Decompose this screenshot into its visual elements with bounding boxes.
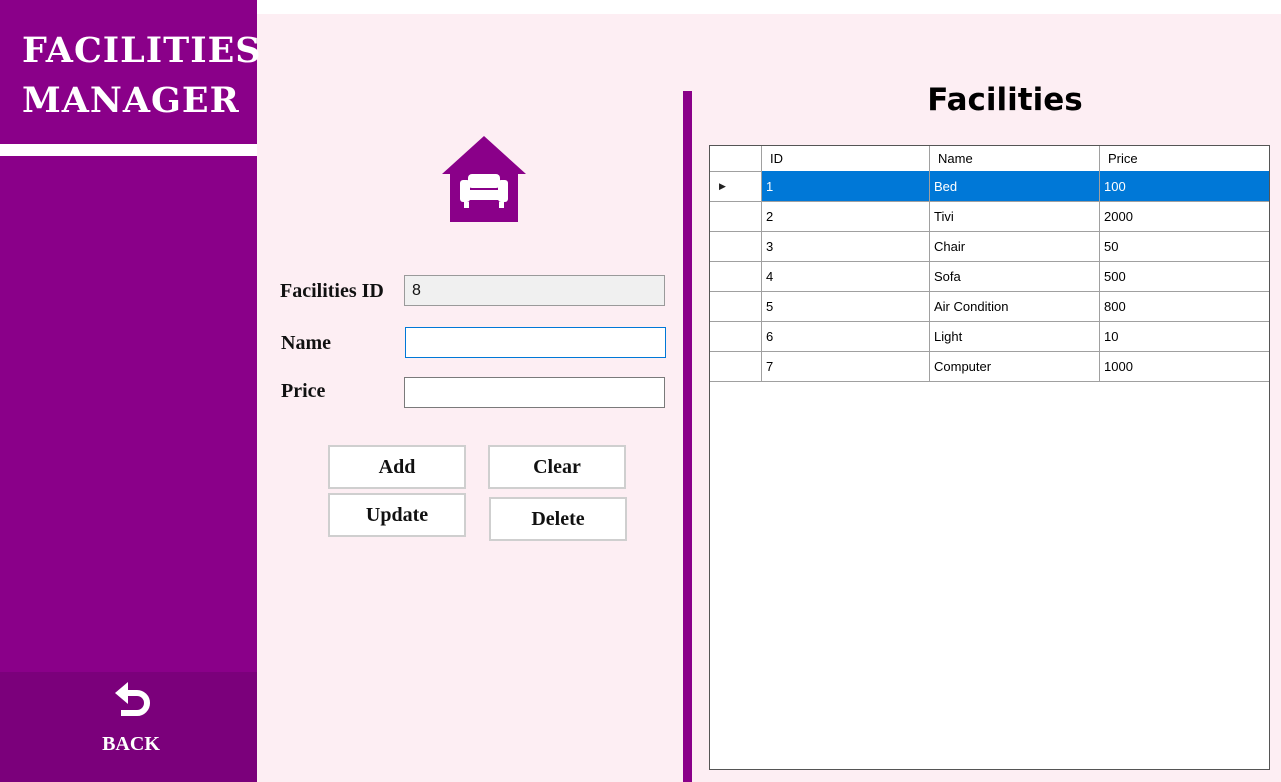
cell-id[interactable]: 1: [762, 171, 930, 201]
price-label: Price: [281, 380, 326, 402]
cell-name[interactable]: Air Condition: [930, 291, 1100, 321]
cell-name[interactable]: Bed: [930, 171, 1100, 201]
row-header-corner: [710, 146, 762, 171]
table-row[interactable]: ▶ 1 Bed 100: [710, 171, 1269, 202]
table-row[interactable]: 2 Tivi 2000: [710, 201, 1269, 232]
grid-title: Facilities: [927, 82, 1083, 118]
top-strip: [257, 0, 1281, 14]
cell-id[interactable]: 6: [762, 321, 930, 351]
column-header-id[interactable]: ID: [762, 146, 930, 171]
cell-price[interactable]: 800: [1100, 291, 1269, 321]
row-header[interactable]: [710, 231, 762, 261]
grid-header-row: ID Name Price: [710, 146, 1269, 172]
cell-id[interactable]: 4: [762, 261, 930, 291]
row-header[interactable]: [710, 201, 762, 231]
cell-price[interactable]: 1000: [1100, 351, 1269, 381]
back-label[interactable]: BACK: [0, 733, 262, 756]
update-button[interactable]: Update: [328, 493, 466, 537]
row-header[interactable]: [710, 321, 762, 351]
row-header[interactable]: [710, 291, 762, 321]
table-row[interactable]: 3 Chair 50: [710, 231, 1269, 262]
column-header-name[interactable]: Name: [930, 146, 1100, 171]
cell-id[interactable]: 3: [762, 231, 930, 261]
cell-name[interactable]: Tivi: [930, 201, 1100, 231]
panel-divider: [683, 91, 692, 782]
facilities-grid[interactable]: ID Name Price ▶ 1 Bed 100 2 Tivi 2000 3 Chair 50 4…: [709, 145, 1270, 770]
sofa-home-icon: [442, 136, 526, 222]
name-field[interactable]: [405, 327, 666, 358]
table-row[interactable]: 7 Computer 1000: [710, 351, 1269, 382]
clear-button[interactable]: Clear: [488, 445, 626, 489]
table-row[interactable]: 4 Sofa 500: [710, 261, 1269, 292]
cell-price[interactable]: 10: [1100, 321, 1269, 351]
name-label: Name: [281, 332, 331, 354]
cell-name[interactable]: Sofa: [930, 261, 1100, 291]
app-title-line2: MANAGER: [22, 80, 240, 121]
cell-id[interactable]: 5: [762, 291, 930, 321]
delete-button[interactable]: Delete: [489, 497, 627, 541]
cell-price[interactable]: 500: [1100, 261, 1269, 291]
row-header[interactable]: ▶: [710, 171, 762, 201]
sidebar: FACILITIES MANAGER BACK: [0, 0, 261, 782]
app-title: FACILITIES MANAGER: [22, 26, 262, 126]
cell-name[interactable]: Light: [930, 321, 1100, 351]
undo-arrow-icon[interactable]: [111, 679, 153, 721]
facilities-id-label: Facilities ID: [280, 280, 384, 302]
title-divider: [0, 144, 257, 156]
price-field[interactable]: [404, 377, 665, 408]
facilities-id-field[interactable]: [404, 275, 665, 306]
cell-id[interactable]: 2: [762, 201, 930, 231]
row-header[interactable]: [710, 351, 762, 381]
add-button[interactable]: Add: [328, 445, 466, 489]
app-title-line1: FACILITIES: [22, 30, 262, 71]
cell-name[interactable]: Computer: [930, 351, 1100, 381]
cell-name[interactable]: Chair: [930, 231, 1100, 261]
cell-price[interactable]: 50: [1100, 231, 1269, 261]
table-row[interactable]: 5 Air Condition 800: [710, 291, 1269, 322]
cell-price[interactable]: 100: [1100, 171, 1269, 201]
row-header[interactable]: [710, 261, 762, 291]
column-header-price[interactable]: Price: [1100, 146, 1269, 171]
cell-id[interactable]: 7: [762, 351, 930, 381]
cell-price[interactable]: 2000: [1100, 201, 1269, 231]
table-row[interactable]: 6 Light 10: [710, 321, 1269, 352]
